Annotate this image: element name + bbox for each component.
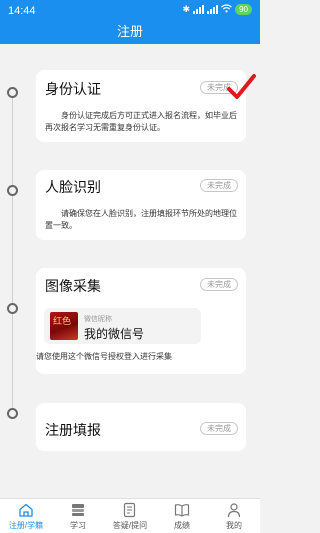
nav-label: 学习 [70, 521, 86, 530]
nav-item-scores[interactable]: 成绩 [156, 499, 208, 533]
step-title: 身份认证 [45, 81, 101, 97]
step-title: 人脸识别 [45, 179, 101, 195]
timeline-line [12, 92, 13, 414]
status-badge: 未完成 [200, 278, 238, 291]
wechat-note: 请您使用这个微信号授权登入进行采集 [36, 352, 172, 361]
step-card-face-recognition[interactable]: 人脸识别 未完成 请确保您在人脸识别，注册填报环节所处的地理位置一致。 [36, 170, 246, 240]
person-icon [227, 503, 241, 518]
step-description: 请确保您在人脸识别，注册填报环节所处的地理位置一致。 [45, 209, 237, 230]
nav-item-qa[interactable]: 答疑/提问 [104, 499, 156, 533]
signal-icon [193, 5, 205, 14]
wechat-caption: 微信昵称 [84, 316, 112, 323]
status-badge: 未完成 [200, 179, 238, 192]
avatar-text: 红色 [53, 317, 72, 327]
step-title: 图像采集 [45, 278, 101, 294]
status-badge: 未完成 [200, 422, 238, 435]
timeline-dot-2 [7, 185, 18, 196]
nav-item-mine[interactable]: 我的 [208, 499, 260, 533]
step-card-identity[interactable]: 身份认证 未完成 身份认证完成后方可正式进入报名流程，如毕业后再次报名学习无需重… [36, 70, 256, 142]
wechat-name: 我的微信号 [84, 327, 145, 341]
edit-icon [123, 502, 136, 518]
step-title: 注册填报 [45, 422, 101, 438]
open-book-icon [174, 504, 190, 517]
bluetooth-icon: ✱ [182, 4, 191, 14]
timeline-dot-3 [7, 303, 18, 314]
step-description: 身份认证完成后方可正式进入报名流程，如毕业后再次报名学习无需重复身份认证。 [45, 111, 237, 132]
page-title-bar: 注册 [0, 22, 260, 44]
check-mark-icon [227, 74, 256, 99]
timeline-dot-1 [7, 87, 18, 98]
timeline-dot-4 [7, 408, 18, 419]
nav-label: 注册/学籍 [8, 521, 44, 530]
wifi-icon [221, 4, 232, 15]
home-icon [19, 503, 33, 517]
status-icons: ✱ 90 [183, 4, 252, 15]
nav-item-registration[interactable]: 注册/学籍 [0, 499, 52, 533]
step-card-registration-form[interactable]: 注册填报 未完成 [36, 403, 246, 451]
status-time: 14:44 [8, 5, 36, 17]
book-stack-icon [72, 504, 84, 516]
wechat-account-box[interactable]: 红色 微信昵称 我的微信号 [44, 308, 201, 344]
wechat-avatar: 红色 [50, 312, 78, 340]
step-card-image-capture[interactable]: 图像采集 未完成 红色 微信昵称 我的微信号 请您使用这个微信号授权登入进行采集 [36, 268, 246, 374]
status-bar: 14:44 ✱ 90 [0, 0, 260, 22]
nav-item-study[interactable]: 学习 [52, 499, 104, 533]
nav-label: 答疑/提问 [112, 521, 148, 530]
signal-icon-2 [207, 5, 219, 14]
nav-label: 我的 [226, 521, 242, 530]
page-title: 注册 [116, 24, 143, 39]
battery-icon: 90 [235, 4, 252, 15]
nav-label: 成绩 [174, 521, 190, 530]
bottom-nav: 注册/学籍 学习 答疑/提问 成绩 我的 [0, 498, 260, 533]
